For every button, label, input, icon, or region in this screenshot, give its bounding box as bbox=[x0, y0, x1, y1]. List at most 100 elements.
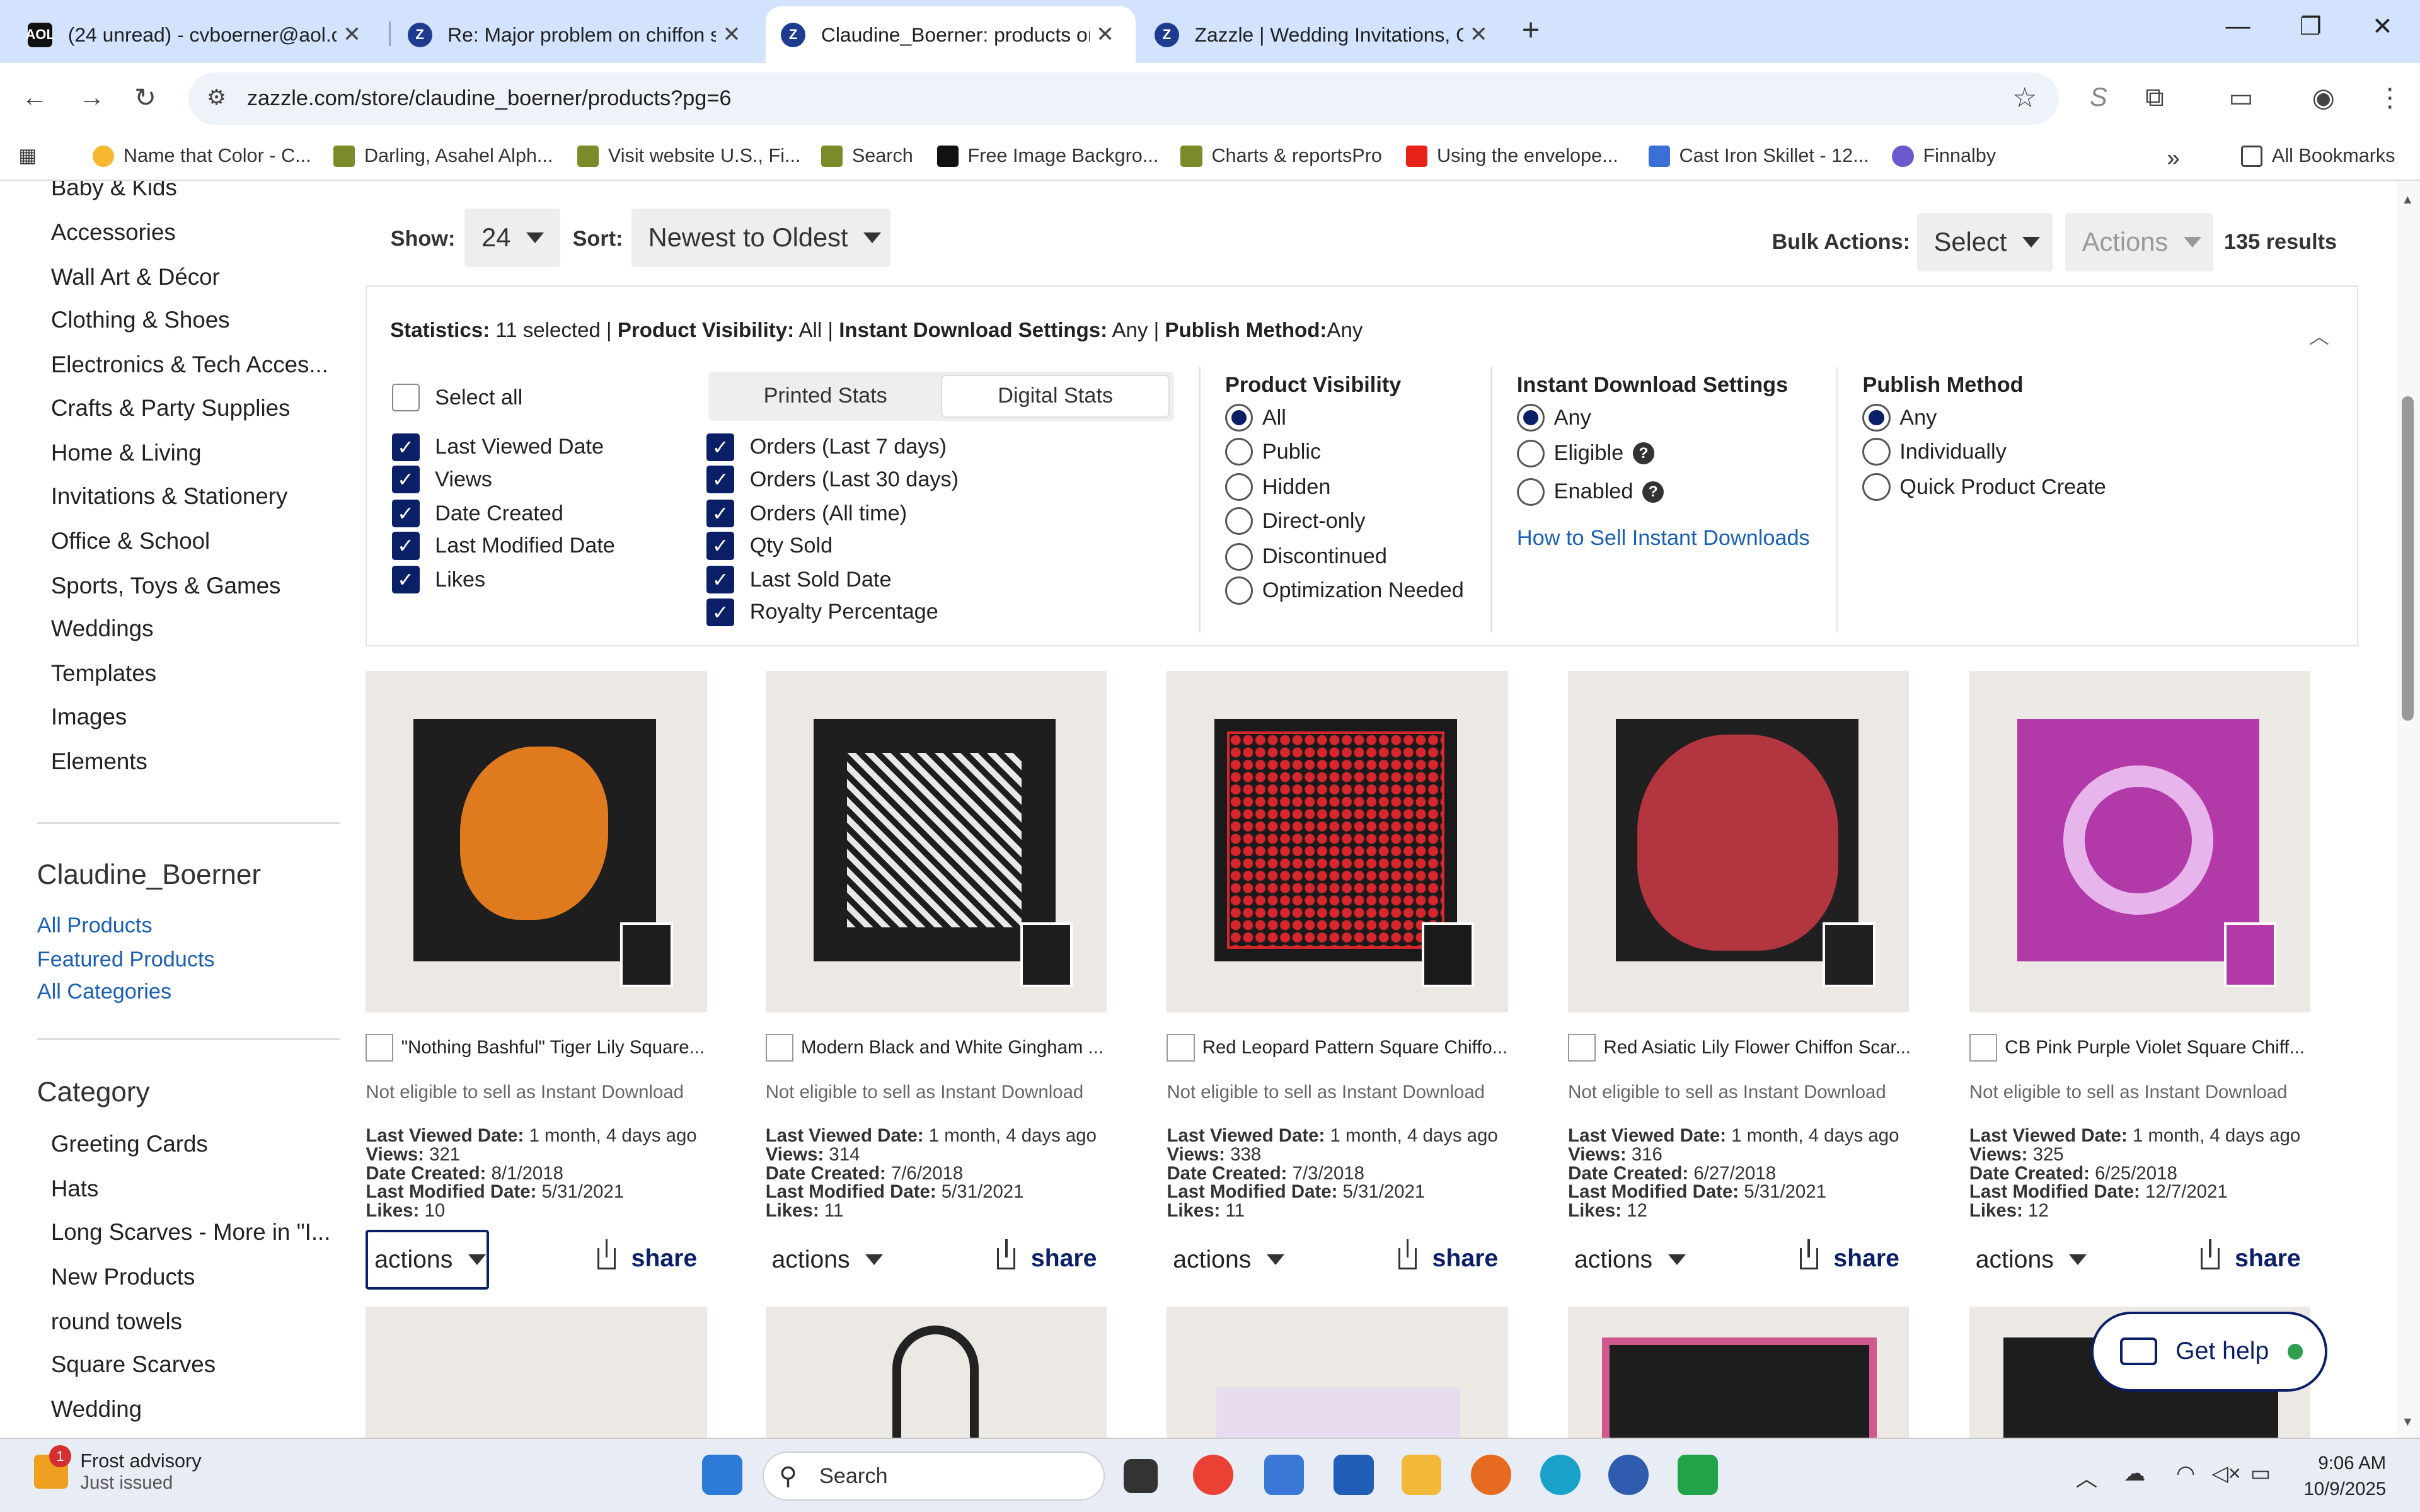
firefox-icon[interactable] bbox=[1470, 1454, 1511, 1495]
radio-instant-eligible[interactable]: Eligible? bbox=[1516, 439, 1655, 467]
check-orders-7[interactable]: ✓ Orders (Last 7 days) bbox=[706, 433, 947, 461]
sidebar-link-elements[interactable]: Elements bbox=[51, 748, 147, 775]
bookmark-star-icon[interactable]: ☆ bbox=[2012, 82, 2037, 114]
site-info-icon[interactable]: ⚙ bbox=[207, 85, 226, 110]
extensions-puzzle-icon[interactable]: ⧉ bbox=[2145, 82, 2164, 113]
category-round-towels[interactable]: round towels bbox=[51, 1309, 182, 1335]
close-tab-icon[interactable]: ✕ bbox=[1463, 22, 1494, 47]
product-thumbnail[interactable] bbox=[1167, 1307, 1508, 1438]
close-tab-icon[interactable]: ✕ bbox=[716, 22, 747, 47]
product-thumbnail[interactable] bbox=[366, 671, 707, 1012]
bookmark-cast-iron[interactable]: Cast Iron Skillet - 12... bbox=[1648, 145, 1869, 167]
minimize-icon[interactable]: — bbox=[2225, 13, 2250, 40]
check-royalty[interactable]: ✓ Royalty Percentage bbox=[706, 598, 938, 626]
check-last-viewed[interactable]: ✓ Last Viewed Date bbox=[391, 433, 604, 461]
product-share-button[interactable]: share bbox=[2201, 1239, 2301, 1273]
check-last-modified[interactable]: ✓ Last Modified Date bbox=[391, 532, 615, 560]
file-explorer-icon[interactable] bbox=[1401, 1454, 1442, 1495]
bulk-actions-dropdown[interactable]: Actions bbox=[2065, 212, 2213, 272]
sidebar-link-invitations[interactable]: Invitations & Stationery bbox=[51, 483, 288, 510]
product-select-checkbox[interactable] bbox=[1167, 1033, 1195, 1062]
all-bookmarks[interactable]: All Bookmarks bbox=[2240, 145, 2395, 167]
product-thumbnail[interactable] bbox=[1969, 671, 2311, 1012]
radio-visibility-direct[interactable]: Direct-only bbox=[1225, 507, 1366, 536]
radio-publish-individually[interactable]: Individually bbox=[1862, 438, 2007, 466]
product-actions-dropdown[interactable]: actions bbox=[366, 1229, 490, 1290]
chrome-icon[interactable] bbox=[1193, 1454, 1233, 1495]
category-square-scarves[interactable]: Square Scarves bbox=[51, 1351, 216, 1378]
show-count-dropdown[interactable]: 24 bbox=[464, 208, 560, 267]
edge-icon[interactable] bbox=[1540, 1454, 1581, 1495]
battery-icon[interactable]: ▭ bbox=[2250, 1461, 2271, 1486]
check-last-sold[interactable]: ✓ Last Sold Date bbox=[706, 566, 892, 594]
sidebar-link-images[interactable]: Images bbox=[51, 704, 127, 730]
apps-grid-icon[interactable]: ▦ bbox=[18, 145, 37, 167]
product-select-checkbox[interactable] bbox=[765, 1033, 793, 1062]
profile-avatar-icon[interactable]: ◉ bbox=[2312, 82, 2335, 113]
photos-icon[interactable] bbox=[1264, 1454, 1305, 1495]
bookmark-name-that-color[interactable]: Name that Color - C... bbox=[92, 145, 311, 167]
category-wedding[interactable]: Wedding bbox=[51, 1396, 142, 1423]
select-all-checkbox[interactable]: Select all bbox=[391, 384, 522, 412]
bookmark-search[interactable]: Search bbox=[821, 145, 913, 167]
check-qty-sold[interactable]: ✓ Qty Sold bbox=[706, 532, 833, 560]
category-new-products[interactable]: New Products bbox=[51, 1264, 195, 1290]
tab-claudine-products[interactable]: Z Claudine_Boerner: products on ✕ bbox=[765, 6, 1136, 64]
windows-start-icon[interactable] bbox=[702, 1454, 742, 1495]
product-share-button[interactable]: share bbox=[997, 1239, 1097, 1273]
product-share-button[interactable]: share bbox=[597, 1239, 697, 1273]
product-select-checkbox[interactable] bbox=[1969, 1033, 1997, 1062]
product-actions-dropdown[interactable]: actions bbox=[1568, 1230, 1691, 1290]
store-link-all-products[interactable]: All Products bbox=[37, 914, 153, 938]
scrollbar-thumb[interactable] bbox=[2401, 396, 2414, 721]
product-thumbnail[interactable] bbox=[765, 1307, 1107, 1438]
sidebar-link-crafts[interactable]: Crafts & Party Supplies bbox=[51, 395, 291, 421]
tab-digital-stats[interactable]: Digital Stats bbox=[941, 374, 1170, 418]
collapse-chevron-up-icon[interactable]: ︿ bbox=[2309, 321, 2329, 350]
radio-publish-quick[interactable]: Quick Product Create bbox=[1862, 473, 2106, 501]
radio-instant-any[interactable]: Any bbox=[1516, 404, 1591, 432]
product-thumbnail[interactable] bbox=[1167, 671, 1508, 1012]
product-title[interactable]: Red Leopard Pattern Square Chiffo... bbox=[1202, 1037, 1511, 1058]
close-window-icon[interactable]: ✕ bbox=[2372, 13, 2393, 41]
address-bar[interactable]: ⚙ zazzle.com/store/claudine_boerner/prod… bbox=[188, 72, 2059, 125]
check-orders-all[interactable]: ✓ Orders (All time) bbox=[706, 500, 907, 528]
radio-visibility-public[interactable]: Public bbox=[1225, 438, 1321, 466]
tab-printed-stats[interactable]: Printed Stats bbox=[712, 375, 940, 418]
product-select-checkbox[interactable] bbox=[366, 1033, 394, 1062]
product-title[interactable]: CB Pink Purple Violet Square Chiff... bbox=[2005, 1037, 2313, 1058]
category-long-scarves[interactable]: Long Scarves - More in "I... bbox=[51, 1219, 331, 1246]
product-thumbnail[interactable] bbox=[765, 671, 1107, 1012]
reload-icon[interactable]: ↻ bbox=[134, 82, 156, 113]
sidebar-link-sports[interactable]: Sports, Toys & Games bbox=[51, 573, 281, 599]
taskbar-search[interactable]: ⚲ Search bbox=[762, 1452, 1105, 1501]
sidebar-link-weddings[interactable]: Weddings bbox=[51, 616, 154, 642]
bookmark-darling[interactable]: Darling, Asahel Alph... bbox=[333, 145, 553, 167]
product-title[interactable]: Red Asiatic Lily Flower Chiffon Scar... bbox=[1603, 1037, 1912, 1058]
tab-zazzle-home[interactable]: Z Zazzle | Wedding Invitations, Ch ✕ bbox=[1139, 6, 1509, 64]
bookmark-finnalby[interactable]: Finnalby bbox=[1892, 145, 1996, 167]
back-arrow-icon[interactable]: ← bbox=[21, 82, 48, 112]
bookmark-free-image[interactable]: Free Image Backgro... bbox=[936, 145, 1158, 167]
sidebar-link-templates[interactable]: Templates bbox=[51, 660, 156, 687]
get-help-button[interactable]: Get help bbox=[2091, 1311, 2328, 1392]
bookmark-charts[interactable]: Charts & reportsPro bbox=[1180, 145, 1382, 167]
radio-visibility-all[interactable]: All bbox=[1225, 404, 1286, 432]
product-actions-dropdown[interactable]: actions bbox=[766, 1230, 889, 1290]
product-title[interactable]: "Nothing Bashful" Tiger Lily Square... bbox=[401, 1037, 710, 1058]
sidebar-link-baby-kids[interactable]: Baby & Kids bbox=[51, 181, 177, 201]
python-icon[interactable] bbox=[1608, 1454, 1649, 1495]
radio-visibility-optimization[interactable]: Optimization Needed bbox=[1225, 576, 1464, 605]
product-thumbnail[interactable] bbox=[1568, 1307, 1910, 1438]
sidebar-link-home-living[interactable]: Home & Living bbox=[51, 440, 202, 466]
page-scrollbar[interactable]: ▲ ▼ bbox=[2397, 180, 2420, 1438]
weather-widget[interactable]: 1 Frost advisory Just issued bbox=[33, 1445, 202, 1494]
product-actions-dropdown[interactable]: actions bbox=[1969, 1230, 2093, 1290]
product-share-button[interactable]: share bbox=[1799, 1239, 1899, 1273]
how-to-sell-link[interactable]: How to Sell Instant Downloads bbox=[1517, 526, 1810, 551]
sidebar-link-office[interactable]: Office & School bbox=[51, 528, 210, 554]
store-link-featured[interactable]: Featured Products bbox=[37, 948, 215, 972]
tab-search-icon[interactable]: ▭ bbox=[2228, 82, 2253, 113]
new-tab-plus-icon[interactable]: + bbox=[1522, 13, 1540, 48]
radio-visibility-hidden[interactable]: Hidden bbox=[1225, 473, 1330, 501]
